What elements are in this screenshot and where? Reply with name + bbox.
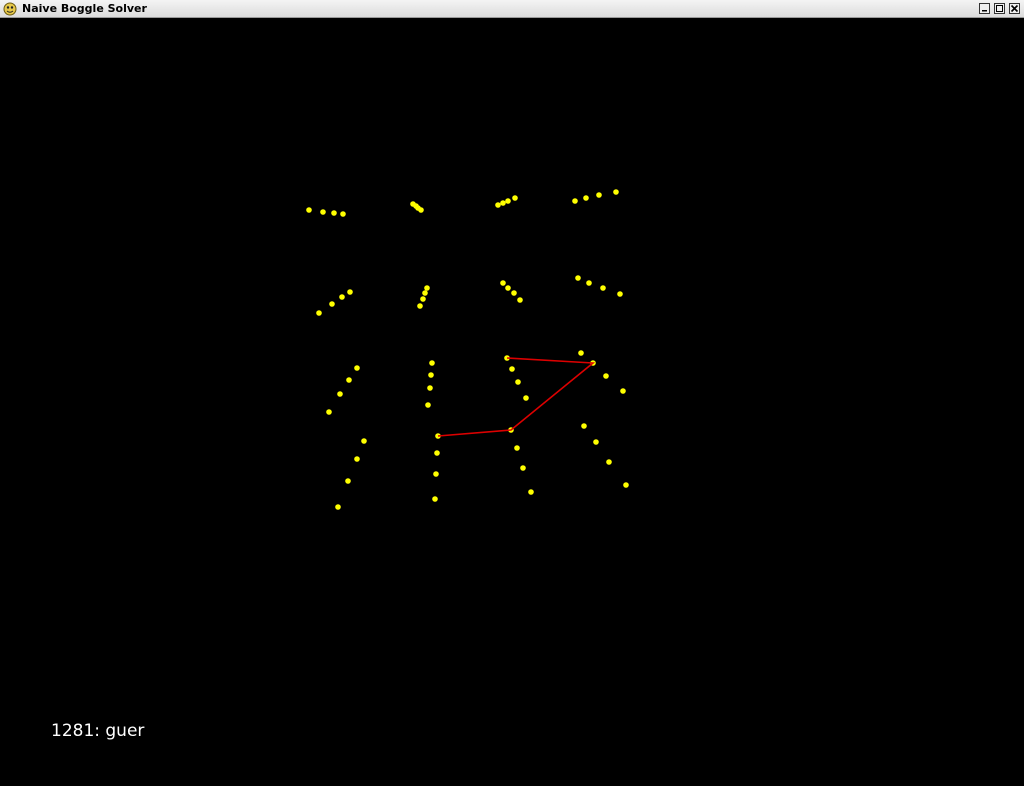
glyph-dot: [495, 202, 501, 208]
letter-glyph-r3c1: [326, 365, 360, 415]
glyph-dot: [326, 409, 332, 415]
glyph-dot: [316, 310, 322, 316]
glyph-dot: [337, 391, 343, 397]
glyph-dot: [515, 379, 521, 385]
glyph-dot: [339, 294, 345, 300]
glyph-dot: [596, 192, 602, 198]
glyph-dot: [517, 297, 523, 303]
glyph-dot: [354, 456, 360, 462]
glyph-dot: [425, 402, 431, 408]
glyph-dot: [593, 439, 599, 445]
glyph-dot: [520, 465, 526, 471]
glyph-dot: [432, 496, 438, 502]
glyph-dot: [511, 290, 517, 296]
close-button[interactable]: [1009, 3, 1020, 14]
minimize-icon: [982, 10, 987, 12]
glyph-dot: [572, 198, 578, 204]
letter-glyph-r1c2: [410, 201, 424, 213]
glyph-dot: [346, 377, 352, 383]
glyph-dot: [620, 388, 626, 394]
glyph-dot: [329, 301, 335, 307]
glyph-dot: [306, 207, 312, 213]
glyph-dot: [583, 195, 589, 201]
glyph-dot: [331, 210, 337, 216]
glyph-dot: [434, 450, 440, 456]
glyph-dot: [623, 482, 629, 488]
glyph-dot: [617, 291, 623, 297]
glyph-dot: [500, 200, 506, 206]
glyph-dot: [335, 504, 341, 510]
letter-glyph-r4c1: [335, 438, 367, 510]
glyph-dot: [600, 285, 606, 291]
glyph-dot: [428, 372, 434, 378]
glyph-dot: [586, 280, 592, 286]
letter-glyph-r1c3: [495, 195, 518, 208]
glyph-dot: [417, 303, 423, 309]
minimize-button[interactable]: [979, 3, 990, 14]
glyph-dot: [514, 445, 520, 451]
game-canvas[interactable]: [0, 18, 1024, 786]
glyph-dot: [429, 360, 435, 366]
letter-glyph-r1c4: [572, 189, 619, 204]
window-title: Naive Boggle Solver: [22, 2, 147, 15]
glyph-dot: [603, 373, 609, 379]
letter-glyph-r4c4: [581, 423, 629, 488]
title-bar[interactable]: Naive Boggle Solver: [0, 0, 1024, 18]
word-count-status: 1281: guer: [51, 721, 145, 741]
glyph-dot: [509, 366, 515, 372]
glyph-dot: [512, 195, 518, 201]
close-icon: [1010, 4, 1019, 13]
current-word-path: [437, 357, 596, 437]
glyph-dot: [523, 395, 529, 401]
glyph-dot: [575, 275, 581, 281]
glyph-dot: [424, 285, 430, 291]
glyph-dot: [581, 423, 587, 429]
letter-glyph-r2c4: [575, 275, 623, 297]
pygame-snake-icon: [3, 2, 17, 16]
letter-glyph-r4c2: [432, 433, 441, 502]
glyph-dot: [340, 211, 346, 217]
maximize-icon: [996, 5, 1003, 12]
glyph-dot: [606, 459, 612, 465]
letter-glyph-r3c2: [425, 360, 435, 408]
maximize-button[interactable]: [994, 3, 1005, 14]
letter-glyph-r3c3: [504, 355, 529, 401]
glyph-dot: [500, 280, 506, 286]
letter-glyph-r2c3: [500, 280, 523, 303]
glyph-dot: [418, 207, 424, 213]
letter-glyph-r2c2: [417, 285, 430, 309]
letter-glyph-r3c4: [578, 350, 626, 394]
glyph-dot: [354, 365, 360, 371]
letter-glyph-r2c1: [316, 289, 353, 316]
glyph-dot: [420, 296, 426, 302]
glyph-dot: [528, 489, 534, 495]
glyph-dot: [361, 438, 367, 444]
app-window: Naive Boggle Solver 1281: guer: [0, 0, 1024, 786]
glyph-dot: [613, 189, 619, 195]
glyph-dot: [320, 209, 326, 215]
glyph-dot: [427, 385, 433, 391]
letter-glyph-r4c3: [508, 427, 534, 495]
glyph-dot: [345, 478, 351, 484]
glyph-dot: [505, 198, 511, 204]
glyph-dot: [505, 285, 511, 291]
glyph-dot: [578, 350, 584, 356]
glyph-dot: [433, 471, 439, 477]
letter-glyph-r1c1: [306, 207, 346, 217]
glyph-dot: [422, 290, 428, 296]
glyph-dot: [347, 289, 353, 295]
